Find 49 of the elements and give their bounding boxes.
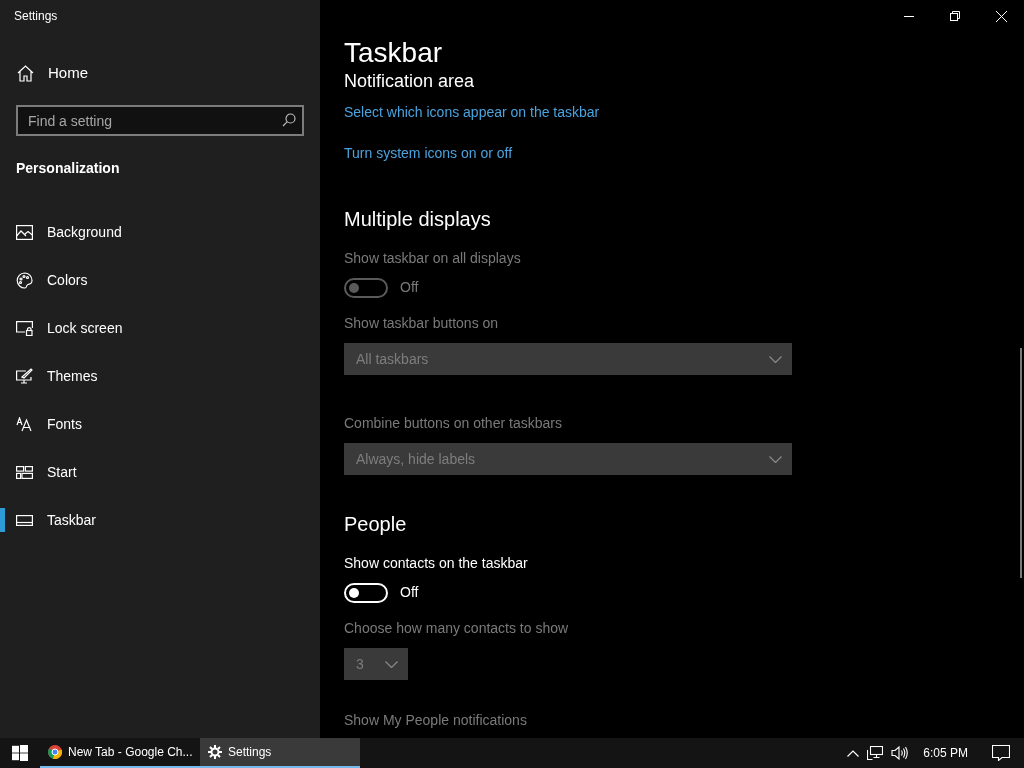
search-field[interactable]: Find a setting <box>16 105 304 136</box>
chevron-down-icon <box>769 455 782 463</box>
palette-icon <box>16 271 33 289</box>
search-icon <box>282 113 296 127</box>
nav-item[interactable]: Fonts <box>0 400 320 448</box>
dropdown: All taskbars <box>344 343 792 375</box>
section-heading: Multiple displays <box>344 207 491 232</box>
setting-label: Combine buttons on other taskbars <box>344 414 562 433</box>
page-title: Taskbar <box>344 36 444 70</box>
settings-link[interactable]: Turn system icons on or off <box>344 143 513 164</box>
restore-icon <box>950 11 960 21</box>
dropdown: 3 <box>344 648 408 680</box>
taskbar-icon <box>16 514 33 526</box>
chevron-down-icon <box>769 355 782 363</box>
close-icon <box>995 10 1007 22</box>
start-tiles-icon <box>16 465 33 479</box>
setting-label: Show My People notifications <box>344 711 527 730</box>
toggle-state: Off <box>400 278 419 297</box>
themes-icon <box>16 368 33 384</box>
gear-icon <box>208 745 222 759</box>
chevron-down-icon <box>385 660 398 668</box>
nav-item[interactable]: Lock screen <box>0 304 320 352</box>
fonts-icon <box>16 416 33 432</box>
nav-item[interactable]: Start <box>0 448 320 496</box>
toggle-switch[interactable] <box>344 582 388 603</box>
setting-label: Show contacts on the taskbar <box>344 554 528 573</box>
lock-screen-icon <box>16 320 33 336</box>
windows-icon <box>12 745 28 761</box>
section-heading: People <box>344 512 407 537</box>
picture-icon <box>16 224 33 240</box>
nav-item[interactable]: Taskbar <box>0 496 320 544</box>
scrollbar[interactable] <box>1020 348 1022 578</box>
taskbar-button[interactable]: Settings <box>200 738 360 768</box>
setting-label: Show taskbar on all displays <box>344 249 521 268</box>
nav-item[interactable]: Themes <box>0 352 320 400</box>
nav-item[interactable]: Background <box>0 208 320 256</box>
section-heading: Notification area <box>344 70 475 92</box>
setting-label: Choose how many contacts to show <box>344 619 569 638</box>
toggle-state: Off <box>400 583 419 602</box>
browser-icon <box>48 745 62 759</box>
settings-link[interactable]: Select which icons appear on the taskbar <box>344 102 600 123</box>
home-icon <box>17 64 34 82</box>
setting-label: Show taskbar buttons on <box>344 314 499 333</box>
section-heading: Personalization <box>15 159 121 178</box>
window-title: Settings <box>13 8 59 25</box>
home-link[interactable]: Home <box>0 58 320 88</box>
clock[interactable]: 6:05 PM <box>913 744 978 762</box>
dropdown: Always, hide labels <box>344 443 792 475</box>
nav-item[interactable]: Colors <box>0 256 320 304</box>
